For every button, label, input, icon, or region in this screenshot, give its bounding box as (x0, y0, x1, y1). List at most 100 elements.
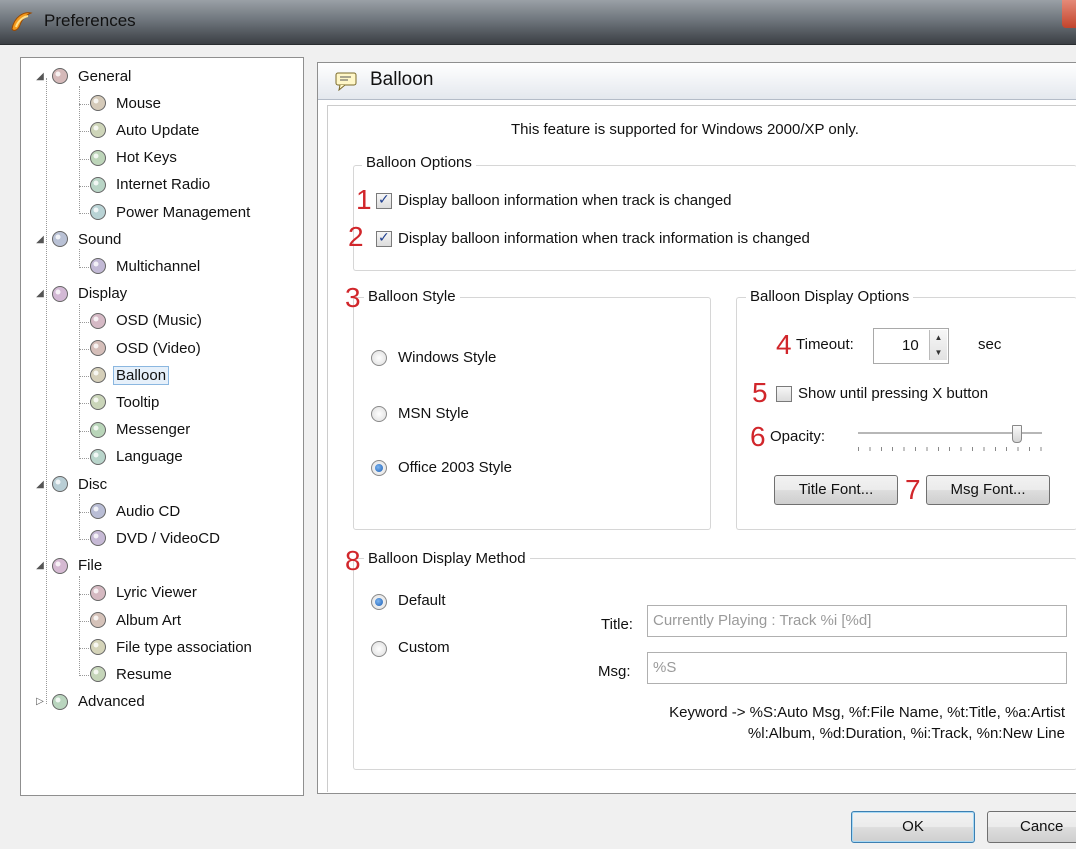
window-title: Preferences (44, 11, 136, 30)
msg-format-input[interactable]: %S (647, 652, 1067, 684)
msn-style-radio[interactable] (371, 406, 387, 422)
spin-up-icon[interactable]: ▲ (930, 330, 947, 345)
tree-item-label: Advanced (78, 693, 145, 711)
display-on-track-info-change-label[interactable]: Display balloon information when track i… (398, 230, 810, 247)
tree-item-label: Language (116, 448, 183, 466)
mouse-icon (87, 93, 109, 113)
default-method-label[interactable]: Default (398, 592, 446, 609)
show-until-x-label[interactable]: Show until pressing X button (798, 385, 988, 402)
resume-icon (87, 664, 109, 684)
annotation-4: 4 (776, 329, 792, 360)
title-format-label: Title: (601, 616, 633, 633)
tree-item-osd-video[interactable]: OSD (Video) (85, 336, 204, 360)
windows-style-radio[interactable] (371, 350, 387, 366)
tree-item-label: Messenger (116, 421, 191, 439)
tree-item-file[interactable]: ◢ File (33, 554, 105, 578)
tree-item-messenger[interactable]: Messenger (85, 418, 193, 442)
display-on-track-change-checkbox[interactable] (376, 191, 392, 209)
msn-style-label[interactable]: MSN Style (398, 405, 469, 422)
tree-item-osd-music[interactable]: OSD (Music) (85, 309, 205, 333)
collapse-arrow-icon[interactable]: ◢ (33, 560, 47, 571)
collapse-arrow-icon[interactable]: ◢ (33, 288, 47, 299)
collapse-arrow-icon[interactable]: ◢ (33, 71, 47, 82)
tree-item-label: Internet Radio (116, 176, 211, 194)
tree-item-label: File type association (116, 638, 252, 656)
custom-method-radio[interactable] (371, 641, 387, 657)
tree-item-language[interactable]: Language (85, 445, 186, 469)
tree-item-dvd-videocd[interactable]: DVD / VideoCD (85, 526, 223, 550)
default-method-radio[interactable] (371, 594, 387, 610)
tree-item-display[interactable]: ◢ Display (33, 282, 130, 306)
annotation-2: 2 (348, 221, 364, 252)
close-icon[interactable] (1062, 0, 1076, 28)
tree-item-file-type-association[interactable]: File type association (85, 635, 255, 659)
collapse-arrow-icon[interactable]: ◢ (33, 479, 47, 490)
tree-item-power-management[interactable]: Power Management (85, 200, 253, 224)
balloon-icon (335, 72, 357, 91)
ok-button[interactable]: OK (851, 811, 975, 843)
tooltip-icon (87, 392, 109, 412)
app-logo-icon (11, 12, 33, 31)
tree-item-disc[interactable]: ◢ Disc (33, 472, 110, 496)
tree-item-label: OSD (Music) (116, 312, 202, 330)
tree-branch-line (79, 86, 80, 214)
tree-root-line (46, 78, 47, 704)
tree-item-album-art[interactable]: Album Art (85, 608, 184, 632)
tree-item-label: Sound (78, 230, 122, 248)
tree-item-multichannel[interactable]: Multichannel (85, 254, 203, 278)
msg-font-button[interactable]: Msg Font... (926, 475, 1050, 505)
title-format-input[interactable]: Currently Playing : Track %i [%d] (647, 605, 1067, 637)
tree-item-internet-radio[interactable]: Internet Radio (85, 173, 213, 197)
spin-down-icon[interactable]: ▼ (930, 345, 947, 360)
display-on-track-info-change-checkbox[interactable] (376, 229, 392, 247)
opacity-slider-ticks (858, 447, 1042, 451)
tree-item-resume[interactable]: Resume (85, 662, 175, 686)
tree-item-mouse[interactable]: Mouse (85, 91, 164, 115)
tree-item-balloon[interactable]: Balloon (85, 363, 170, 387)
title-bar[interactable]: Preferences (0, 0, 1076, 45)
annotation-5: 5 (752, 377, 768, 408)
multichannel-icon (87, 256, 109, 276)
annotation-6: 6 (750, 421, 766, 452)
tree-item-general[interactable]: ◢ General (33, 64, 134, 88)
tree-item-label: Lyric Viewer (116, 584, 197, 602)
timeout-spinner[interactable]: 10 ▲ ▼ (873, 328, 949, 364)
tree-item-sound[interactable]: ◢ Sound (33, 227, 124, 251)
display-on-track-change-label[interactable]: Display balloon information when track i… (398, 192, 732, 209)
keyword-help-line-2: %l:Album, %d:Duration, %i:Track, %n:New … (747, 725, 1065, 742)
auto-update-icon (87, 120, 109, 140)
tree-item-label: Album Art (116, 611, 182, 629)
cancel-button[interactable]: Cance (987, 811, 1076, 843)
timeout-label: Timeout: (796, 336, 854, 353)
annotation-8: 8 (345, 545, 361, 576)
timeout-value[interactable]: 10 (902, 337, 919, 354)
timeout-spin-buttons[interactable]: ▲ ▼ (929, 330, 947, 360)
tree-item-advanced[interactable]: ▷ Advanced (33, 690, 148, 714)
office-2003-style-label[interactable]: Office 2003 Style (398, 459, 512, 476)
expand-arrow-icon[interactable]: ▷ (33, 696, 47, 707)
collapse-arrow-icon[interactable]: ◢ (33, 234, 47, 245)
tree-item-lyric-viewer[interactable]: Lyric Viewer (85, 581, 200, 605)
office-2003-style-radio[interactable] (371, 460, 387, 476)
sound-icon (49, 229, 71, 249)
preferences-tree[interactable]: ◢ General Mouse Auto Update Hot Keys Internet… (20, 57, 304, 796)
custom-method-label[interactable]: Custom (398, 639, 450, 656)
disc-icon (49, 474, 71, 494)
general-icon (49, 66, 71, 86)
tree-item-tooltip[interactable]: Tooltip (85, 390, 162, 414)
dvd-icon (87, 528, 109, 548)
advanced-icon (49, 692, 71, 712)
show-until-x-checkbox[interactable] (776, 386, 792, 402)
tree-item-label: Power Management (116, 203, 251, 221)
tree-item-auto-update[interactable]: Auto Update (85, 118, 202, 142)
tree-item-hot-keys[interactable]: Hot Keys (85, 146, 180, 170)
balloon-display-method-legend: Balloon Display Method (364, 550, 530, 567)
tree-item-label: Resume (116, 665, 172, 683)
title-font-button[interactable]: Title Font... (774, 475, 898, 505)
windows-style-label[interactable]: Windows Style (398, 349, 496, 366)
album-art-icon (87, 610, 109, 630)
tree-item-label: Hot Keys (116, 149, 177, 167)
tree-item-audio-cd[interactable]: Audio CD (85, 499, 183, 523)
tree-branch-line (79, 494, 80, 541)
opacity-slider-thumb[interactable] (1012, 425, 1022, 443)
